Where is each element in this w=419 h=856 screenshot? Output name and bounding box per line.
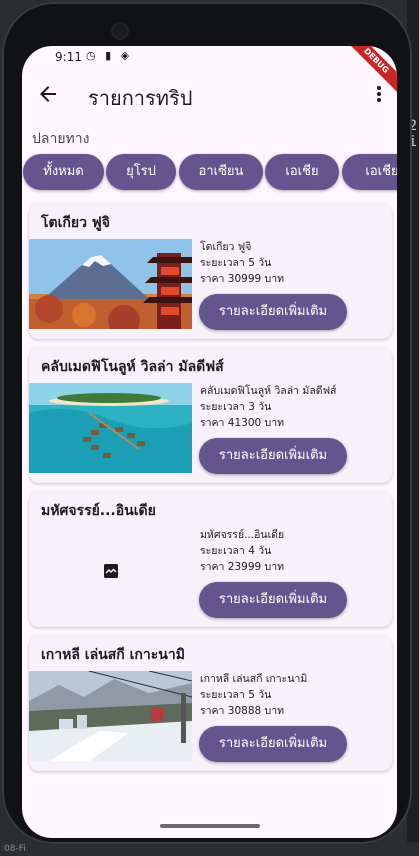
destination-label: ปลายทาง bbox=[32, 131, 90, 147]
home-indicator[interactable] bbox=[160, 824, 260, 828]
status-icons: ◷ ▮ ◈ bbox=[86, 49, 133, 62]
chip-asean[interactable]: อาเซียน bbox=[179, 154, 263, 190]
image-placeholder bbox=[29, 527, 192, 617]
more-details-button[interactable]: รายละเอียดเพิ่มเติม bbox=[199, 726, 347, 762]
trip-price: ราคา 30999 บาท bbox=[200, 273, 285, 285]
more-vert-icon[interactable] bbox=[375, 82, 383, 106]
status-bar: 9:11 ◷ ▮ ◈ bbox=[22, 46, 397, 70]
chip-asia-2[interactable]: เอเชีย bbox=[342, 154, 397, 190]
chip-europe[interactable]: ยุโรป bbox=[106, 154, 176, 190]
chip-all[interactable]: ทั้งหมด bbox=[23, 154, 104, 190]
broken-image-icon bbox=[103, 563, 119, 579]
ski-resort-gondola-image bbox=[29, 671, 192, 761]
back-arrow-icon[interactable] bbox=[36, 82, 60, 106]
trip-price: ราคา 41300 บาท bbox=[200, 417, 285, 429]
trip-card[interactable]: มหัศจรรย์...อินเดีย มหัศจรรย์...อินเดีย … bbox=[29, 492, 392, 627]
trip-price: ราคา 30888 บาท bbox=[200, 705, 285, 717]
more-details-button[interactable]: รายละเอียดเพิ่มเติม bbox=[199, 294, 347, 330]
trip-name: มหัศจรรย์...อินเดีย bbox=[200, 529, 285, 541]
destination-chip-row: ทั้งหมด ยุโรป อาเซียน เอเชีย เอเชีย bbox=[22, 154, 397, 190]
phone-frame: 9:11 ◷ ▮ ◈ DEBUG รายการทริป ปลายทาง ทั้ง… bbox=[2, 2, 412, 844]
page-title: รายการทริป bbox=[88, 86, 193, 110]
trip-duration: ระยะเวลา 5 วัน bbox=[200, 689, 272, 701]
trip-card[interactable]: โตเกียว ฟูจิ โตเกียว ฟูจิ ระยะเวลา 5 วัน… bbox=[29, 204, 392, 339]
status-time: 9:11 bbox=[55, 50, 82, 64]
trip-title: โตเกียว ฟูจิ bbox=[41, 215, 110, 231]
trip-title: มหัศจรรย์...อินเดีย bbox=[41, 503, 156, 519]
trip-title: เกาหลี เล่นสกี เกาะนามิ bbox=[41, 647, 185, 663]
app-bar: รายการทริป bbox=[22, 70, 397, 122]
trip-card[interactable]: เกาหลี เล่นสกี เกาะนามิ เกาหลี เล่นสกี เ… bbox=[29, 636, 392, 771]
more-details-button[interactable]: รายละเอียดเพิ่มเติม bbox=[199, 438, 347, 474]
app-screen: 9:11 ◷ ▮ ◈ DEBUG รายการทริป ปลายทาง ทั้ง… bbox=[22, 46, 397, 838]
trip-price: ราคา 23999 บาท bbox=[200, 561, 285, 573]
trip-title: คลับเมดฟิโนลูห์ วิลล่า มัลดีฟส์ bbox=[41, 359, 224, 375]
maldives-water-villa-image bbox=[29, 383, 192, 473]
trip-duration: ระยะเวลา 5 วัน bbox=[200, 257, 272, 269]
trip-duration: ระยะเวลา 4 วัน bbox=[200, 545, 272, 557]
chip-asia[interactable]: เอเชีย bbox=[265, 154, 339, 190]
trip-name: คลับเมดฟิโนลูห์ วิลล่า มัลดีฟส์ bbox=[200, 385, 337, 397]
trip-card[interactable]: คลับเมดฟิโนลูห์ วิลล่า มัลดีฟส์ คลับเมดฟ… bbox=[29, 348, 392, 483]
trip-info: มหัศจรรย์...อินเดีย ระยะเวลา 4 วัน ราคา … bbox=[200, 527, 284, 575]
trip-info: คลับเมดฟิโนลูห์ วิลล่า มัลดีฟส์ ระยะเวลา… bbox=[200, 383, 336, 431]
trip-name: เกาหลี เล่นสกี เกาะนามิ bbox=[200, 673, 308, 685]
ide-bottom-bar: 08-Fi bbox=[0, 842, 419, 856]
front-camera bbox=[113, 24, 127, 38]
more-details-button[interactable]: รายละเอียดเพิ่มเติม bbox=[199, 582, 347, 618]
mount-fuji-pagoda-image bbox=[29, 239, 192, 329]
trip-info: เกาหลี เล่นสกี เกาะนามิ ระยะเวลา 5 วัน ร… bbox=[200, 671, 307, 719]
trip-info: โตเกียว ฟูจิ ระยะเวลา 5 วัน ราคา 30999 บ… bbox=[200, 239, 284, 287]
trip-duration: ระยะเวลา 3 วัน bbox=[200, 401, 272, 413]
trip-name: โตเกียว ฟูจิ bbox=[200, 241, 252, 253]
